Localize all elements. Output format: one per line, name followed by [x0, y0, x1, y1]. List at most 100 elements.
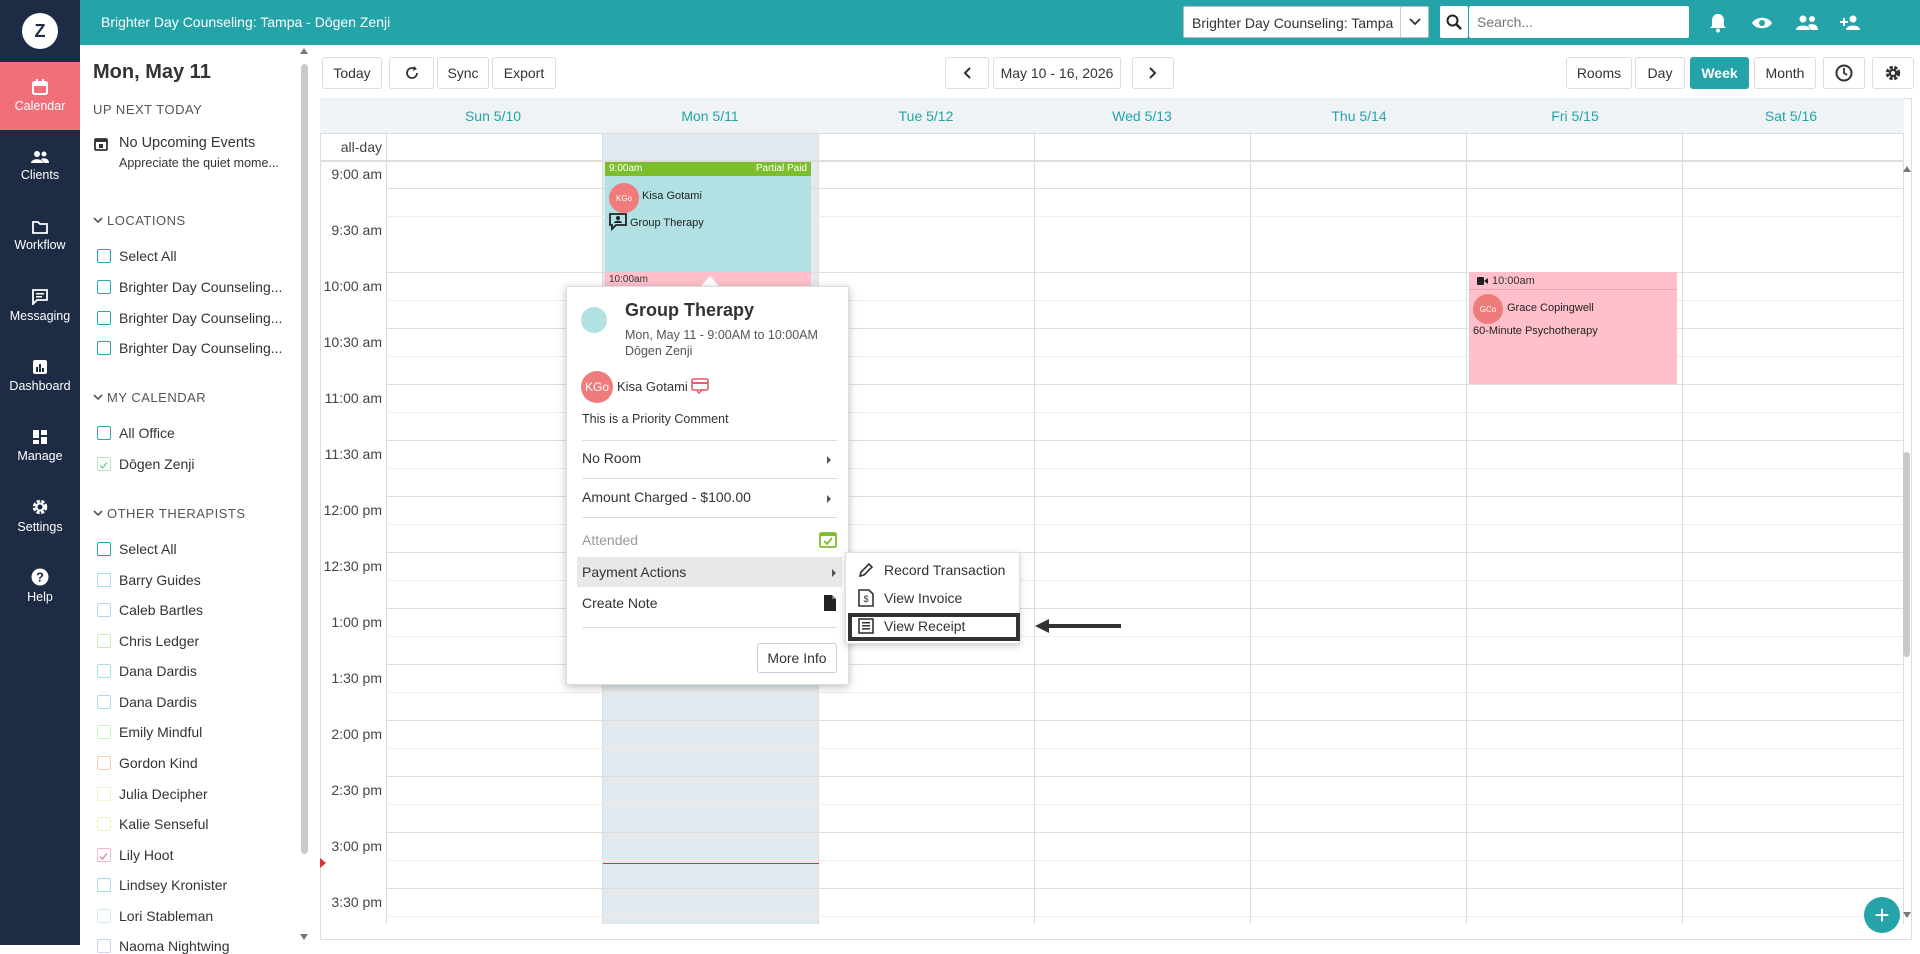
bell-icon[interactable]: [1705, 10, 1731, 36]
checkbox[interactable]: [97, 664, 111, 678]
other-therapists-section-toggle[interactable]: OTHER THERAPISTS: [93, 506, 246, 521]
location-item[interactable]: Brighter Day Counseling...: [97, 310, 282, 326]
payment-actions-menu-item[interactable]: Payment Actions: [577, 557, 842, 587]
checkbox[interactable]: [97, 787, 111, 801]
checkbox[interactable]: [97, 603, 111, 617]
refresh-button[interactable]: [389, 57, 434, 89]
popup-client-name[interactable]: Kisa Gotami: [617, 379, 688, 394]
add-user-icon[interactable]: [1838, 10, 1864, 36]
rooms-view-button[interactable]: Rooms: [1566, 57, 1632, 89]
next-week-button[interactable]: [1132, 57, 1174, 89]
attended-row[interactable]: Attended: [582, 532, 837, 554]
checkbox-checked[interactable]: [97, 457, 111, 471]
checkbox[interactable]: [97, 756, 111, 770]
eye-icon[interactable]: [1749, 10, 1775, 36]
attended-check-icon[interactable]: [819, 530, 837, 548]
checkbox[interactable]: [97, 634, 111, 648]
checkbox[interactable]: [97, 878, 111, 892]
checkbox[interactable]: [97, 909, 111, 923]
nav-workflow[interactable]: Workflow: [0, 202, 80, 270]
therapist-item[interactable]: Chris Ledger: [97, 633, 199, 649]
scroll-down-arrow[interactable]: [300, 934, 308, 940]
add-event-button[interactable]: +: [1864, 897, 1900, 933]
nav-help[interactable]: ? Help: [0, 552, 80, 620]
calendar-all-office[interactable]: All Office: [97, 425, 175, 441]
room-menu-item[interactable]: No Room: [582, 450, 837, 472]
prev-week-button[interactable]: [945, 57, 989, 89]
calendar-dogen-zenji[interactable]: Dōgen Zenji: [97, 456, 195, 472]
day-label[interactable]: Sat 5/16: [1683, 108, 1899, 124]
checkbox[interactable]: [97, 311, 111, 325]
month-view-button[interactable]: Month: [1754, 57, 1816, 89]
app-logo[interactable]: Z: [22, 13, 58, 49]
day-label[interactable]: Mon 5/11: [602, 108, 818, 124]
therapist-item[interactable]: Julia Decipher: [97, 786, 208, 802]
therapist-item[interactable]: Lily Hoot: [97, 847, 173, 863]
scroll-down-arrow[interactable]: [1903, 912, 1911, 918]
therapist-item[interactable]: Lindsey Kronister: [97, 877, 227, 893]
location-item[interactable]: Brighter Day Counseling...: [97, 279, 282, 295]
checkbox[interactable]: [97, 426, 111, 440]
scroll-up-arrow[interactable]: [1903, 166, 1911, 172]
scroll-up-arrow[interactable]: [300, 48, 308, 54]
checkbox[interactable]: [97, 817, 111, 831]
day-label[interactable]: Thu 5/14: [1251, 108, 1467, 124]
search-button[interactable]: [1440, 6, 1468, 38]
sync-button[interactable]: Sync: [437, 57, 489, 89]
card-icon[interactable]: [691, 378, 709, 399]
therapist-item[interactable]: Kalie Senseful: [97, 816, 209, 832]
therapist-item[interactable]: Caleb Bartles: [97, 602, 203, 618]
day-label[interactable]: Wed 5/13: [1034, 108, 1250, 124]
today-button[interactable]: Today: [322, 57, 382, 89]
therapist-item[interactable]: Gordon Kind: [97, 755, 198, 771]
sidebar-scrollbar[interactable]: [301, 64, 308, 854]
nav-manage[interactable]: Manage: [0, 412, 80, 480]
practice-select[interactable]: Brighter Day Counseling: Tampa: [1183, 6, 1429, 38]
search-input[interactable]: [1469, 6, 1689, 38]
chevron-down-icon[interactable]: [1400, 7, 1428, 37]
nav-calendar[interactable]: Calendar: [0, 62, 80, 130]
nav-dashboard[interactable]: Dashboard: [0, 342, 80, 410]
create-note-menu-item[interactable]: Create Note: [582, 595, 837, 617]
nav-clients[interactable]: Clients: [0, 132, 80, 200]
day-label[interactable]: Sun 5/10: [385, 108, 601, 124]
therapist-item[interactable]: Naoma Nightwing: [97, 938, 230, 954]
checkbox-checked[interactable]: [97, 848, 111, 862]
therapist-item[interactable]: Barry Guides: [97, 572, 201, 588]
my-calendar-section-toggle[interactable]: MY CALENDAR: [93, 390, 206, 405]
checkbox[interactable]: [97, 249, 111, 263]
export-button[interactable]: Export: [492, 57, 556, 89]
view-invoice-item[interactable]: $ View Invoice: [846, 585, 1021, 611]
calendar-settings-button[interactable]: [1872, 57, 1914, 89]
day-view-button[interactable]: Day: [1635, 57, 1685, 89]
checkbox[interactable]: [97, 939, 111, 953]
logo-cell[interactable]: Z: [0, 0, 80, 62]
week-view-button[interactable]: Week: [1690, 57, 1749, 89]
all-day-row[interactable]: [320, 134, 1904, 162]
therapist-item[interactable]: Emily Mindful: [97, 724, 202, 740]
record-transaction-item[interactable]: Record Transaction: [846, 557, 1021, 583]
users-icon[interactable]: [1794, 10, 1820, 36]
day-label[interactable]: Tue 5/12: [818, 108, 1034, 124]
locations-section-toggle[interactable]: LOCATIONS: [93, 213, 186, 228]
therapist-item[interactable]: Dana Dardis: [97, 663, 197, 679]
more-info-button[interactable]: More Info: [757, 643, 837, 673]
therapist-item[interactable]: Lori Stableman: [97, 908, 213, 924]
day-label[interactable]: Fri 5/15: [1467, 108, 1683, 124]
clock-button[interactable]: [1823, 57, 1865, 89]
checkbox[interactable]: [97, 725, 111, 739]
calendar-scrollbar[interactable]: [1903, 452, 1910, 657]
location-item[interactable]: Brighter Day Counseling...: [97, 340, 282, 356]
nav-messaging[interactable]: Messaging: [0, 272, 80, 340]
checkbox[interactable]: [97, 695, 111, 709]
checkbox[interactable]: [97, 280, 111, 294]
date-range-label[interactable]: May 10 - 16, 2026: [993, 57, 1121, 89]
location-select-all[interactable]: Select All: [97, 248, 177, 264]
nav-settings[interactable]: Settings: [0, 482, 80, 550]
therapist-item[interactable]: Dana Dardis: [97, 694, 197, 710]
checkbox[interactable]: [97, 542, 111, 556]
therapist-select-all[interactable]: Select All: [97, 541, 177, 557]
checkbox[interactable]: [97, 573, 111, 587]
amount-charged-menu-item[interactable]: Amount Charged - $100.00: [582, 489, 837, 511]
client-avatar[interactable]: KGo: [581, 371, 613, 403]
